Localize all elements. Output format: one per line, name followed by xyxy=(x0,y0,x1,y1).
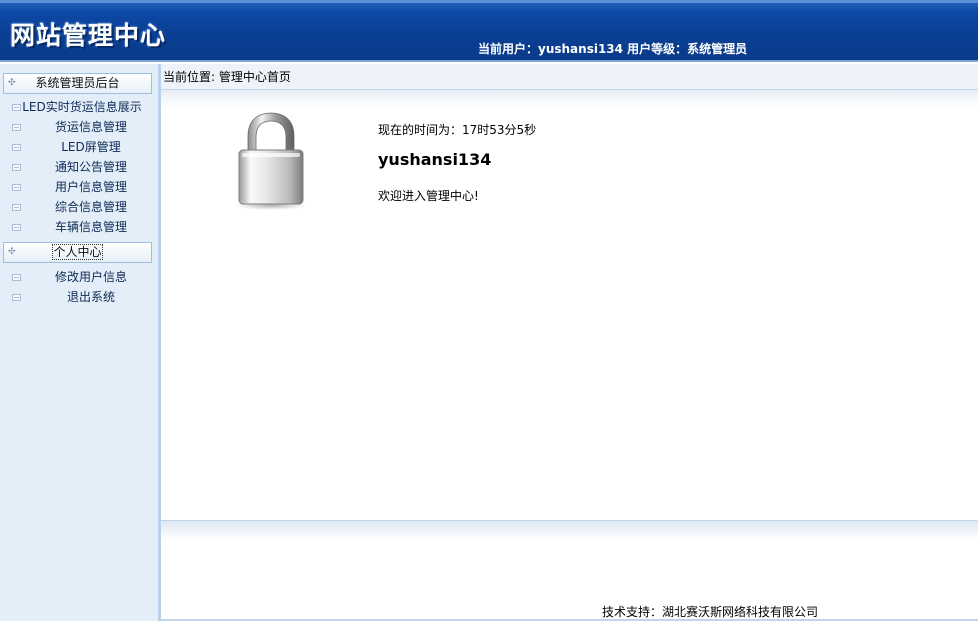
padlock-icon xyxy=(235,112,307,210)
sidebar-item-freight[interactable]: 货运信息管理 xyxy=(0,118,158,136)
sidebar-item-label: 通知公告管理 xyxy=(54,160,127,174)
sidebar-item-label: 退出系统 xyxy=(66,290,115,304)
expand-icon: ✣ xyxy=(8,78,16,88)
sidebar: ✣ 系统管理员后台 LED实时货运信息展示 货运信息管理 LED屏管理 通知公告… xyxy=(0,64,161,621)
sidebar-section-title: 系统管理员后台 xyxy=(35,76,120,90)
breadcrumb: 当前位置: 管理中心首页 xyxy=(163,70,291,84)
current-time: 现在的时间为：17时53分5秒 xyxy=(378,123,537,137)
footer-support-text: 技术支持：湖北赛沃斯网络科技有限公司 xyxy=(602,605,819,619)
sidebar-item-label: 修改用户信息 xyxy=(54,270,127,284)
content-top-shade xyxy=(161,90,978,108)
welcome-message: 欢迎进入管理中心! xyxy=(378,189,479,203)
sidebar-item-logout[interactable]: 退出系统 xyxy=(0,288,158,306)
breadcrumb-bar: 当前位置: 管理中心首页 xyxy=(161,64,978,90)
sidebar-item-vehicles[interactable]: 车辆信息管理 xyxy=(0,218,158,236)
sidebar-item-label: 货运信息管理 xyxy=(54,120,127,134)
site-title: 网站管理中心 xyxy=(10,21,167,50)
username-display: yushansi134 xyxy=(378,150,492,169)
sidebar-section-title: 个人中心 xyxy=(52,244,103,260)
sidebar-item-notices[interactable]: 通知公告管理 xyxy=(0,158,158,176)
current-user-info: 当前用户：yushansi134 用户等级：系统管理员 xyxy=(478,42,748,56)
sidebar-item-led-display[interactable]: LED实时货运信息展示 xyxy=(0,98,158,116)
expand-icon: ✣ xyxy=(8,247,16,257)
sidebar-item-edit-profile[interactable]: 修改用户信息 xyxy=(0,268,158,286)
header-top-line xyxy=(0,0,978,3)
sidebar-item-label: 车辆信息管理 xyxy=(54,220,127,234)
sidebar-item-label: 综合信息管理 xyxy=(54,200,127,214)
sidebar-item-users[interactable]: 用户信息管理 xyxy=(0,178,158,196)
header-banner: 网站管理中心 当前用户：yushansi134 用户等级：系统管理员 xyxy=(0,0,978,62)
sidebar-item-general-info[interactable]: 综合信息管理 xyxy=(0,198,158,216)
sidebar-section-personal[interactable]: ✣ 个人中心 xyxy=(3,242,152,263)
sidebar-item-label: LED实时货运信息展示 xyxy=(22,100,142,114)
sidebar-item-led-screen[interactable]: LED屏管理 xyxy=(0,138,158,156)
sidebar-item-label: 用户信息管理 xyxy=(54,180,127,194)
sidebar-item-label: LED屏管理 xyxy=(61,140,121,154)
sidebar-section-admin[interactable]: ✣ 系统管理员后台 xyxy=(3,73,152,94)
footer-bar xyxy=(161,520,978,540)
